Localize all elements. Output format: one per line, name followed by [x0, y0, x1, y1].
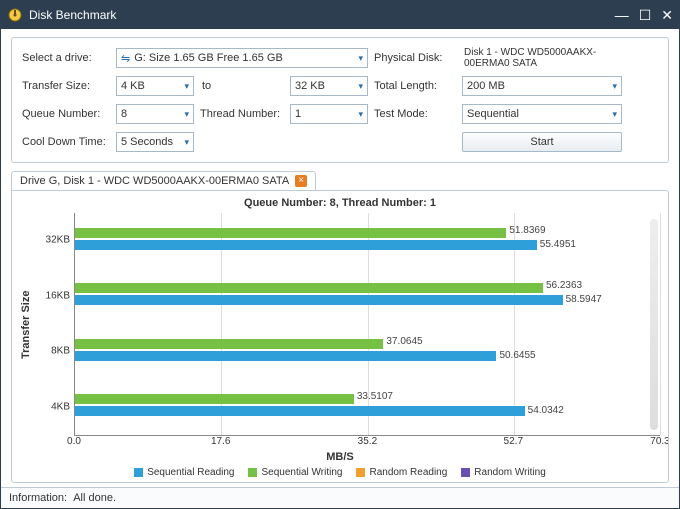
xtick: 52.7 — [504, 436, 523, 447]
chart-legend: Sequential Reading Sequential Writing Ra… — [20, 467, 660, 478]
legend-seq-read: Sequential Reading — [134, 467, 234, 478]
legend-rand-write: Random Writing — [461, 467, 546, 478]
bar-seq-write — [75, 339, 383, 349]
total-length-combo[interactable]: 200 MB — [462, 76, 622, 96]
test-mode-label: Test Mode: — [374, 108, 456, 120]
legend-seq-read-swatch — [134, 468, 143, 477]
start-button[interactable]: Start — [462, 132, 622, 152]
ytick-4kb: 4KB — [51, 402, 70, 413]
bar-value-label: 51.8369 — [509, 225, 545, 236]
x-axis-label: MB/S — [20, 451, 660, 463]
ytick-16kb: 16KB — [46, 290, 70, 301]
content-area: Select a drive: ⇋ G: Size 1.65 GB Free 1… — [1, 29, 679, 487]
legend-rand-read-swatch — [356, 468, 365, 477]
bar-seq-read — [75, 406, 525, 416]
legend-rand-read: Random Reading — [356, 467, 447, 478]
tab-results[interactable]: Drive G, Disk 1 - WDC WD5000AAKX-00ERMA0… — [11, 171, 316, 190]
cool-down-combo[interactable]: 5 Seconds — [116, 132, 194, 152]
xtick: 70.3 — [650, 436, 669, 447]
y-axis-ticks: 32KB 16KB 8KB 4KB — [36, 213, 74, 436]
bar-seq-read — [75, 351, 496, 361]
status-label: Information: — [9, 492, 67, 504]
xtick: 35.2 — [358, 436, 377, 447]
cool-down-label: Cool Down Time: — [22, 136, 110, 148]
bar-value-label: 50.6455 — [499, 350, 535, 361]
status-text: All done. — [73, 492, 116, 504]
titlebar: Disk Benchmark — ☐ ✕ — [1, 1, 679, 29]
queue-number-combo[interactable]: 8 — [116, 104, 194, 124]
bar-seq-write — [75, 394, 354, 404]
bar-seq-write — [75, 228, 506, 238]
status-bar: Information: All done. — [1, 487, 679, 508]
chart-area: Transfer Size 32KB 16KB 8KB 4KB 51.83695… — [20, 213, 660, 436]
bar-value-label: 54.0342 — [528, 405, 564, 416]
queue-number-label: Queue Number: — [22, 108, 110, 120]
bar-seq-write — [75, 283, 543, 293]
tab-label: Drive G, Disk 1 - WDC WD5000AAKX-00ERMA0… — [20, 175, 289, 187]
window-controls: — ☐ ✕ — [615, 8, 673, 22]
test-mode-combo[interactable]: Sequential — [462, 104, 622, 124]
legend-rand-write-swatch — [461, 468, 470, 477]
physical-disk-label: Physical Disk: — [374, 52, 456, 64]
select-drive-value: G: Size 1.65 GB Free 1.65 GB — [134, 52, 283, 64]
to-label: to — [200, 80, 284, 92]
tab-close-icon[interactable]: × — [295, 175, 307, 187]
maximize-button[interactable]: ☐ — [639, 8, 652, 22]
y-axis-label: Transfer Size — [20, 213, 36, 436]
bar-value-label: 55.4951 — [540, 239, 576, 250]
bar-seq-read — [75, 295, 563, 305]
bar-value-label: 33.5107 — [357, 391, 393, 402]
parameters-panel: Select a drive: ⇋ G: Size 1.65 GB Free 1… — [11, 37, 669, 163]
thread-number-combo[interactable]: 1 — [290, 104, 368, 124]
bar-value-label: 37.0645 — [386, 336, 422, 347]
ytick-8kb: 8KB — [51, 346, 70, 357]
thread-number-label: Thread Number: — [200, 108, 284, 120]
app-icon — [7, 7, 23, 23]
x-axis-ticks: 0.017.635.252.770.3 — [74, 436, 660, 450]
close-button[interactable]: ✕ — [661, 8, 673, 22]
legend-seq-write-swatch — [248, 468, 257, 477]
scrollbar-vertical[interactable] — [650, 219, 658, 430]
bar-value-label: 58.5947 — [566, 294, 602, 305]
chart-panel: Queue Number: 8, Thread Number: 1 Transf… — [11, 190, 669, 483]
bar-value-label: 56.2363 — [546, 280, 582, 291]
legend-seq-write: Sequential Writing — [248, 467, 342, 478]
minimize-button[interactable]: — — [615, 8, 629, 22]
ytick-32kb: 32KB — [46, 234, 70, 245]
transfer-size-label: Transfer Size: — [22, 80, 110, 92]
drive-icon: ⇋ — [121, 52, 130, 65]
transfer-to-combo[interactable]: 32 KB — [290, 76, 368, 96]
total-length-label: Total Length: — [374, 80, 456, 92]
app-window: Disk Benchmark — ☐ ✕ Select a drive: ⇋ G… — [0, 0, 680, 509]
chart-plot: 51.8369 55.4951 56.2363 58.5947 37.0645 50.64… — [74, 213, 660, 436]
window-title: Disk Benchmark — [29, 8, 615, 22]
select-drive-label: Select a drive: — [22, 52, 110, 64]
bar-seq-read — [75, 240, 537, 250]
physical-disk-value: Disk 1 - WDC WD5000AAKX-00ERMA0 SATA — [462, 47, 622, 69]
xtick: 17.6 — [211, 436, 230, 447]
xtick: 0.0 — [67, 436, 81, 447]
chart-title: Queue Number: 8, Thread Number: 1 — [20, 197, 660, 209]
transfer-from-combo[interactable]: 4 KB — [116, 76, 194, 96]
select-drive-combo[interactable]: ⇋ G: Size 1.65 GB Free 1.65 GB — [116, 48, 368, 68]
tab-strip: Drive G, Disk 1 - WDC WD5000AAKX-00ERMA0… — [11, 171, 669, 190]
